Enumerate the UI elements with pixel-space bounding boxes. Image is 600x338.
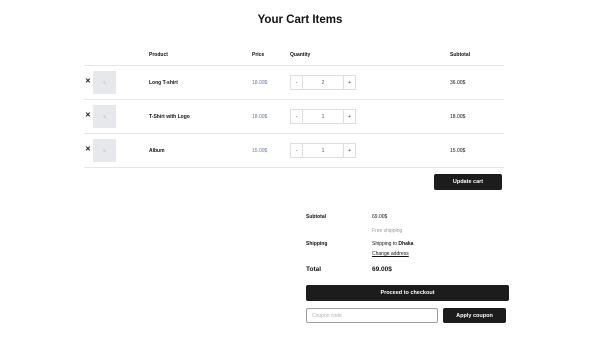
decrease-qty-button[interactable]: - xyxy=(290,109,303,124)
table-row: ✕ ≡ Long T-shirt 18.00$ - 2 + 36.00$ xyxy=(84,66,504,100)
header-product: Product xyxy=(149,52,168,58)
total-label: Total xyxy=(306,266,322,273)
table-row: ✕ ≡ T-Shirt with Logo 18.00$ - 1 + 18.00… xyxy=(84,100,504,134)
update-cart-button[interactable]: Update cart xyxy=(434,174,502,190)
remove-item-icon[interactable]: ✕ xyxy=(85,146,91,153)
coupon-code-input[interactable]: Coupon code xyxy=(306,308,438,323)
decrease-qty-button[interactable]: - xyxy=(290,75,303,90)
totals-subtotal-label: Subtotal xyxy=(306,214,326,220)
remove-item-icon[interactable]: ✕ xyxy=(85,78,91,85)
product-name[interactable]: Long T-shirt xyxy=(149,80,178,86)
cart-table: Product Price Quantity Subtotal ✕ ≡ Long… xyxy=(84,44,504,168)
page-title: Your Cart Items xyxy=(257,14,343,26)
shipping-to-prefix: Shipping to xyxy=(372,241,398,247)
product-price: 15.00$ xyxy=(252,148,268,154)
row-subtotal: 18.00$ xyxy=(450,114,466,120)
total-value: 69.00$ xyxy=(372,266,392,273)
shipping-destination: Shipping to Dhaka xyxy=(372,241,413,247)
product-thumbnail[interactable]: ≡ xyxy=(93,71,116,94)
header-price: Price xyxy=(252,52,265,58)
header-quantity: Quantity xyxy=(290,52,311,58)
quantity-input[interactable]: 2 xyxy=(303,75,343,90)
proceed-to-checkout-button[interactable]: Proceed to checkout xyxy=(306,285,509,301)
quantity-stepper: - 1 + xyxy=(290,143,356,158)
quantity-stepper: - 1 + xyxy=(290,109,356,124)
product-thumbnail[interactable]: ≡ xyxy=(93,139,116,162)
remove-item-icon[interactable]: ✕ xyxy=(85,112,91,119)
product-price: 18.00$ xyxy=(252,114,268,120)
free-shipping-text: Free shipping xyxy=(372,228,403,234)
row-subtotal: 36.00$ xyxy=(450,80,466,86)
table-row: ✕ ≡ Album 15.00$ - 1 + 15.00$ xyxy=(84,134,504,168)
quantity-input[interactable]: 1 xyxy=(303,143,343,158)
header-subtotal: Subtotal xyxy=(450,52,470,58)
table-header: Product Price Quantity Subtotal xyxy=(84,44,504,66)
change-address-link[interactable]: Change address xyxy=(372,251,409,257)
product-name[interactable]: Album xyxy=(149,148,165,154)
shipping-city: Dhaka xyxy=(398,241,414,247)
image-placeholder-icon: ≡ xyxy=(103,80,106,85)
shipping-label: Shipping xyxy=(306,241,328,247)
image-placeholder-icon: ≡ xyxy=(103,114,106,119)
product-name[interactable]: T-Shirt with Logo xyxy=(149,114,190,120)
product-thumbnail[interactable]: ≡ xyxy=(93,105,116,128)
decrease-qty-button[interactable]: - xyxy=(290,143,303,158)
quantity-input[interactable]: 1 xyxy=(303,109,343,124)
product-price: 18.00$ xyxy=(252,80,268,86)
increase-qty-button[interactable]: + xyxy=(343,75,356,90)
quantity-stepper: - 2 + xyxy=(290,75,356,90)
image-placeholder-icon: ≡ xyxy=(103,148,106,153)
row-subtotal: 15.00$ xyxy=(450,148,466,154)
increase-qty-button[interactable]: + xyxy=(343,109,356,124)
increase-qty-button[interactable]: + xyxy=(343,143,356,158)
apply-coupon-button[interactable]: Apply coupon xyxy=(443,308,506,323)
totals-subtotal-value: 69.00$ xyxy=(372,214,388,220)
